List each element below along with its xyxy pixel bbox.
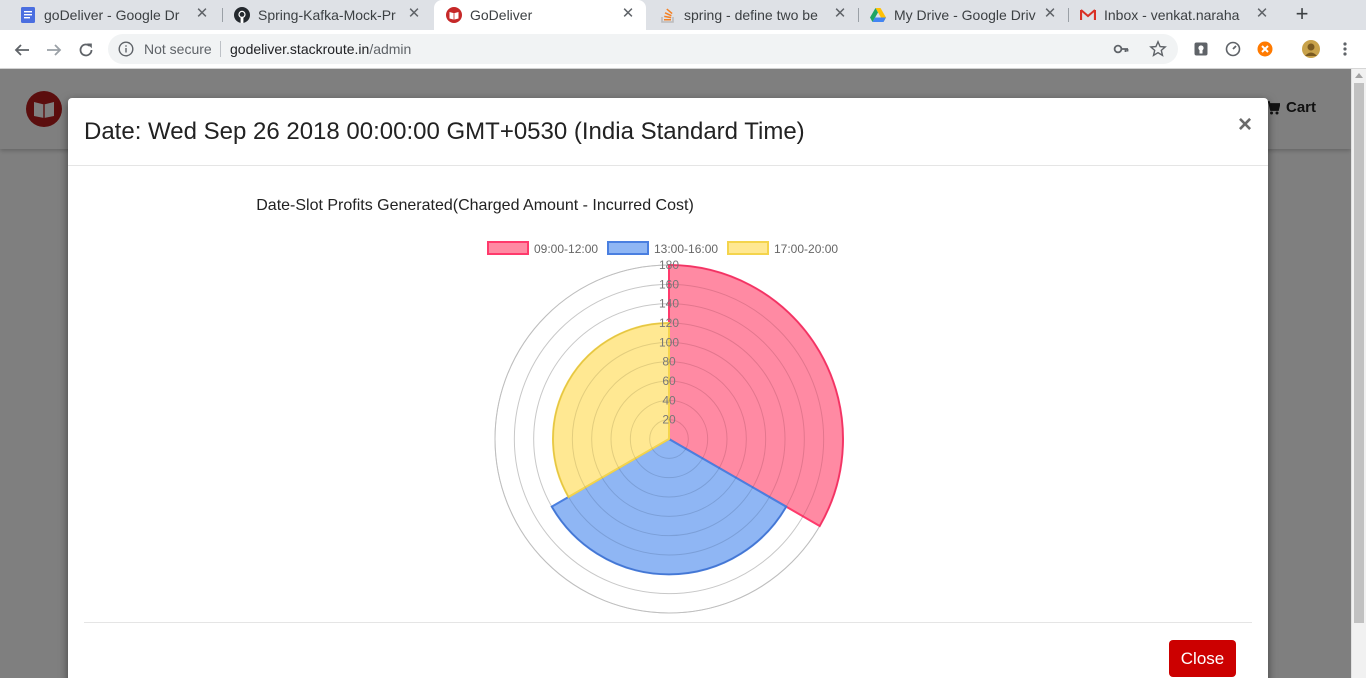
new-tab-button[interactable]: + xyxy=(1290,3,1314,27)
gmail-icon xyxy=(1080,7,1096,23)
extension-speedometer-icon[interactable] xyxy=(1225,41,1241,57)
tick-label: 180 xyxy=(659,258,679,272)
url-host: godeliver.stackroute.in xyxy=(230,41,370,57)
tab-close-icon[interactable]: ✕ xyxy=(194,6,210,22)
modal-title: Date: Wed Sep 26 2018 00:00:00 GMT+0530 … xyxy=(84,118,805,145)
url-text[interactable]: godeliver.stackroute.in/admin xyxy=(230,41,411,57)
google-drive-icon xyxy=(870,7,886,23)
info-icon[interactable] xyxy=(118,41,134,57)
security-label: Not secure xyxy=(144,41,212,57)
tick-label: 20 xyxy=(662,413,676,427)
browser-tab-github[interactable]: Spring-Kafka-Mock-Pr ✕ xyxy=(222,0,432,30)
browser-tab-strip: goDeliver - Google Dr ✕ Spring-Kafka-Moc… xyxy=(0,0,1366,30)
menu-kebab-icon[interactable] xyxy=(1337,41,1353,57)
chart-legend: 09:00-12:00 13:00-16:00 17:00-20:00 xyxy=(487,241,838,256)
browser-tab-google-drive[interactable]: My Drive - Google Driv ✕ xyxy=(858,0,1068,30)
scrollbar-thumb[interactable] xyxy=(1354,83,1364,623)
bookmark-star-icon[interactable] xyxy=(1149,40,1167,58)
chart-container: Date-Slot Profits Generated(Charged Amou… xyxy=(68,167,1268,617)
legend-label[interactable]: 13:00-16:00 xyxy=(654,242,718,256)
github-icon xyxy=(234,7,250,23)
date-profit-modal: Date: Wed Sep 26 2018 00:00:00 GMT+0530 … xyxy=(68,98,1268,678)
browser-tab-godeliver-docs[interactable]: goDeliver - Google Dr ✕ xyxy=(8,0,220,30)
profile-avatar[interactable] xyxy=(1302,40,1320,58)
modal-header: Date: Wed Sep 26 2018 00:00:00 GMT+0530 … xyxy=(68,98,1268,166)
tick-label: 100 xyxy=(659,335,679,349)
godeliver-icon xyxy=(446,7,462,23)
key-icon[interactable] xyxy=(1113,41,1129,57)
tick-label: 60 xyxy=(662,374,676,388)
reload-button[interactable] xyxy=(74,38,98,62)
tab-close-icon[interactable]: ✕ xyxy=(620,6,636,22)
legend-swatch[interactable] xyxy=(607,241,649,255)
back-button[interactable] xyxy=(10,38,34,62)
legend-swatch[interactable] xyxy=(727,241,769,255)
close-button[interactable]: Close xyxy=(1169,640,1236,677)
tick-label: 80 xyxy=(662,355,676,369)
scroll-up-arrow-icon[interactable] xyxy=(1355,73,1363,78)
tab-close-icon[interactable]: ✕ xyxy=(406,6,422,22)
reload-icon xyxy=(79,43,93,57)
tab-close-icon[interactable]: ✕ xyxy=(832,6,848,22)
legend-label[interactable]: 09:00-12:00 xyxy=(534,242,598,256)
browser-tab-gmail[interactable]: Inbox - venkat.naraha ✕ xyxy=(1068,0,1280,30)
extension-shield-icon[interactable] xyxy=(1193,41,1209,57)
modal-close-x-icon[interactable]: × xyxy=(1233,112,1257,138)
tick-label: 160 xyxy=(659,277,679,291)
stackoverflow-icon xyxy=(660,7,676,23)
tick-label: 120 xyxy=(659,316,679,330)
arrow-left-icon xyxy=(14,44,29,56)
url-path: /admin xyxy=(369,41,412,57)
legend-label[interactable]: 17:00-20:00 xyxy=(774,242,838,256)
tab-close-icon[interactable]: ✕ xyxy=(1042,6,1058,22)
chart-title: Date-Slot Profits Generated(Charged Amou… xyxy=(256,197,694,214)
address-bar[interactable]: Not secure godeliver.stackroute.in/admin xyxy=(108,34,1178,64)
page-scrollbar[interactable] xyxy=(1351,69,1366,678)
tick-label: 40 xyxy=(662,393,676,407)
google-docs-icon xyxy=(20,7,36,23)
browser-tab-godeliver[interactable]: GoDeliver ✕ xyxy=(434,0,646,30)
forward-button[interactable] xyxy=(42,38,66,62)
arrow-right-icon xyxy=(47,44,62,56)
address-divider xyxy=(220,41,221,57)
browser-tab-stackoverflow[interactable]: spring - define two be ✕ xyxy=(648,0,858,30)
tab-close-icon[interactable]: ✕ xyxy=(1254,6,1270,22)
polar-area-chart: Date-Slot Profits Generated(Charged Amou… xyxy=(256,197,844,614)
modal-footer-divider xyxy=(84,622,1252,623)
tick-label: 140 xyxy=(659,297,679,311)
browser-toolbar: Not secure godeliver.stackroute.in/admin xyxy=(0,30,1366,69)
extension-orange-icon[interactable] xyxy=(1257,41,1273,57)
legend-swatch[interactable] xyxy=(487,241,529,255)
